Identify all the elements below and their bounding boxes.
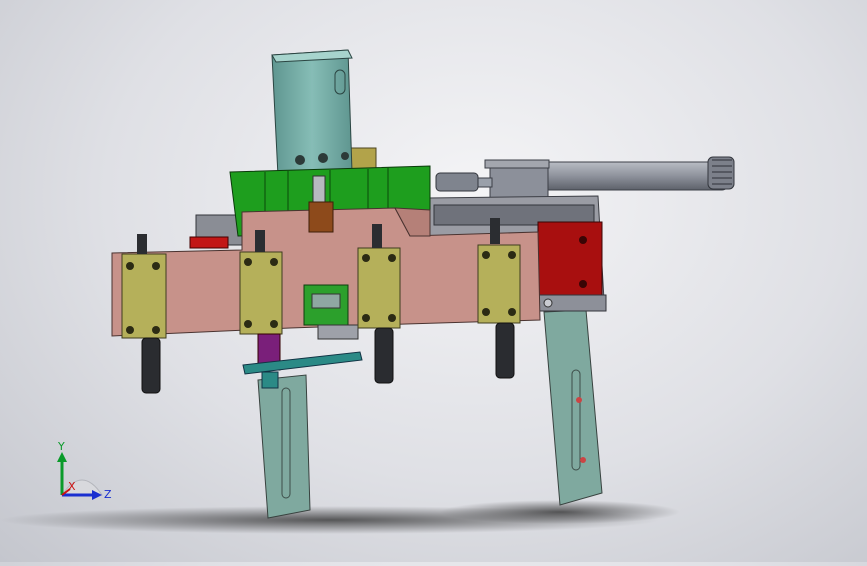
red-pad-left	[189, 236, 229, 249]
z-axis-label: Z	[104, 488, 112, 501]
clamp-block-1[interactable]	[121, 253, 167, 339]
axis-triad: Y X Z	[57, 440, 112, 501]
3d-model-view[interactable]	[0, 0, 867, 562]
left-guide-rail[interactable]	[257, 374, 311, 519]
red-stop-block[interactable]	[537, 221, 607, 312]
center-nut	[308, 201, 334, 233]
right-guide-rail[interactable]	[543, 309, 603, 506]
clamp-block-2[interactable]	[239, 251, 283, 335]
vertical-air-cylinder[interactable]	[271, 49, 377, 177]
y-axis-label: Y	[57, 440, 65, 453]
clamp-block-3[interactable]	[357, 247, 401, 329]
x-axis-label: X	[68, 480, 76, 493]
cad-viewport[interactable]: Y X Z	[0, 0, 867, 562]
side-air-cylinder[interactable]	[435, 156, 735, 202]
clamp-block-4[interactable]	[477, 244, 521, 324]
